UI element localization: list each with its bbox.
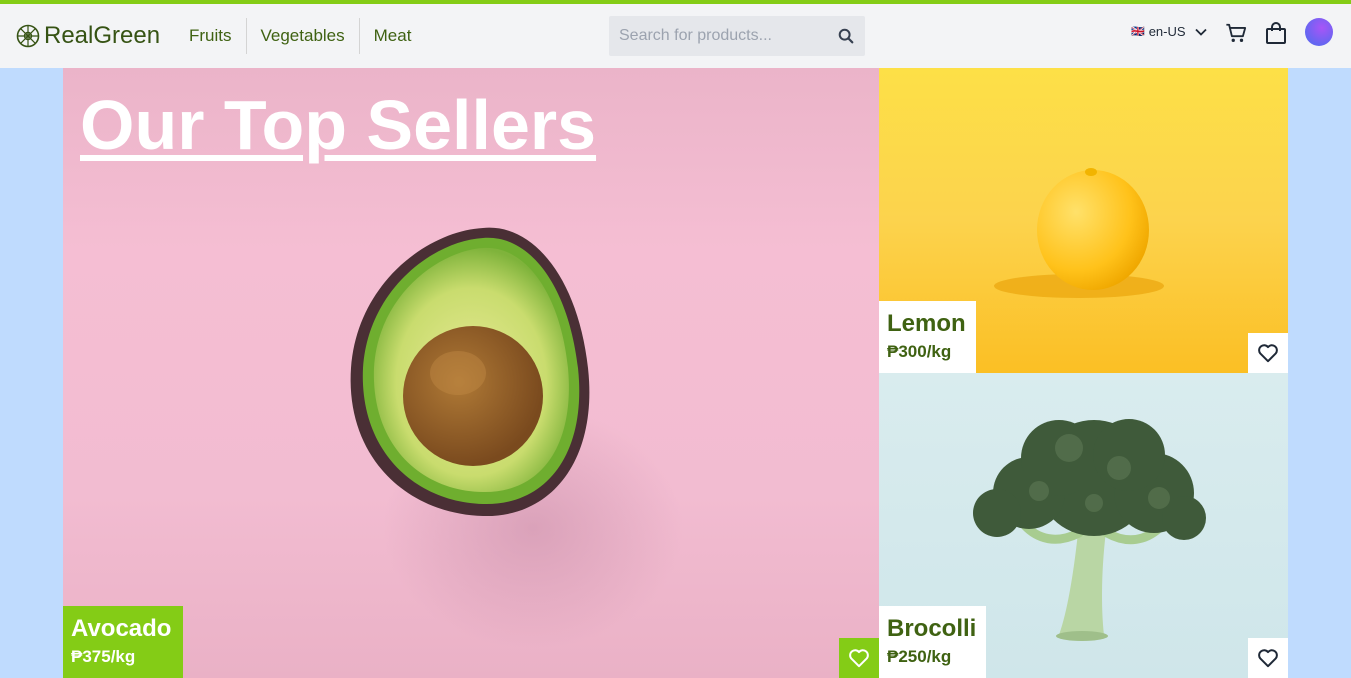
user-avatar[interactable] (1305, 18, 1333, 46)
brand-name: RealGreen (44, 22, 161, 49)
product-price: ₱300/kg (887, 342, 952, 361)
product-label-brocolli: Brocolli ₱250/kg (879, 606, 986, 678)
favorite-button-lemon[interactable] (1248, 333, 1288, 373)
product-label-lemon: Lemon ₱300/kg (879, 301, 976, 373)
product-name: Avocado (71, 615, 172, 642)
cart-icon[interactable] (1225, 22, 1247, 44)
product-price: ₱375/kg (71, 647, 136, 666)
product-card-lemon[interactable]: Lemon ₱300/kg (879, 68, 1288, 373)
nav-item-vegetables[interactable]: Vegetables (245, 18, 359, 54)
locale-selector[interactable]: 🇬🇧 en-US (1131, 24, 1208, 39)
product-price: ₱250/kg (887, 647, 952, 666)
chevron-down-icon (1194, 28, 1207, 36)
nav-item-meat[interactable]: Meat (358, 18, 426, 54)
nav-item-fruits[interactable]: Fruits (174, 18, 246, 54)
avocado-image (350, 227, 683, 648)
heart-icon (1258, 344, 1278, 363)
leaf-logo-icon (16, 24, 40, 48)
heart-icon (849, 649, 869, 668)
favorite-button-brocolli[interactable] (1248, 638, 1288, 678)
product-name: Lemon (887, 310, 966, 337)
heart-icon (1258, 649, 1278, 668)
brand-logo[interactable]: RealGreen (16, 22, 160, 50)
shopping-bag-icon[interactable] (1265, 21, 1287, 45)
locale-label: en-US (1148, 24, 1186, 39)
product-card-brocolli[interactable]: Brocolli ₱250/kg (879, 373, 1288, 678)
flag-icon: 🇬🇧 (1131, 26, 1145, 38)
favorite-button-avocado[interactable] (839, 638, 879, 678)
main-nav: Fruits Vegetables Meat (174, 14, 425, 58)
site-header: RealGreen Fruits Vegetables Meat 🇬🇧 en-U… (0, 4, 1351, 68)
product-name: Brocolli (887, 615, 977, 642)
search-icon[interactable] (837, 27, 855, 45)
search-input[interactable] (617, 26, 831, 46)
search-bar (609, 16, 865, 56)
hero-avocado-card[interactable]: Our Top Sellers Avocado ₱375/kg (63, 68, 879, 678)
product-label-avocado: Avocado ₱375/kg (63, 606, 183, 678)
